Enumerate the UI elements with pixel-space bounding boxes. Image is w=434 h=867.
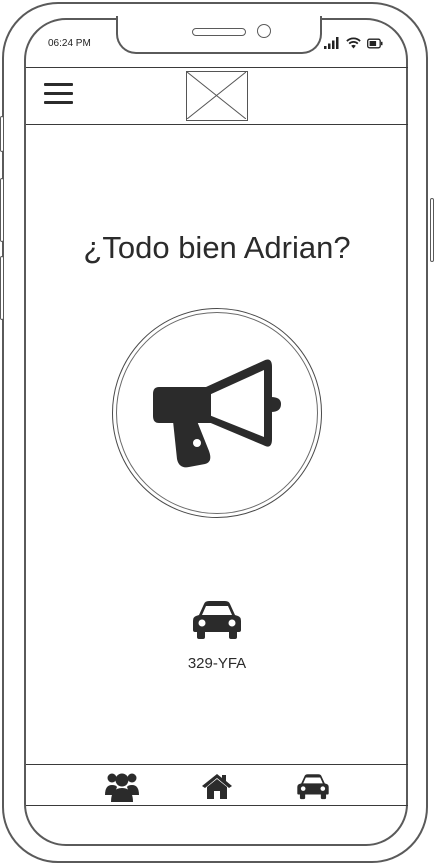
phone-side-button	[0, 178, 4, 242]
phone-side-button	[0, 256, 4, 320]
tab-users[interactable]	[102, 768, 142, 804]
header-top-divider	[26, 67, 408, 68]
front-camera	[257, 24, 271, 38]
phone-side-button	[0, 116, 4, 152]
car-icon	[193, 601, 241, 639]
header-bottom-divider	[26, 124, 408, 125]
home-icon	[202, 774, 232, 799]
phone-notch	[116, 16, 322, 54]
hamburger-menu-icon[interactable]	[44, 81, 74, 107]
megaphone-icon	[153, 359, 281, 468]
status-time: 06:24 PM	[48, 38, 91, 49]
car-icon	[297, 774, 329, 800]
status-icons	[324, 37, 383, 49]
users-icon	[105, 773, 139, 802]
license-plate: 329-YFA	[187, 655, 247, 672]
tabbar-bottom-divider	[26, 805, 408, 806]
tab-home[interactable]	[197, 768, 237, 804]
greeting-title: ¿Todo bien Adrian?	[83, 230, 351, 265]
tabbar-top-divider	[26, 764, 408, 765]
signal-icon	[324, 37, 339, 49]
tab-vehicle[interactable]	[292, 768, 334, 804]
speaker-grille	[192, 28, 246, 36]
alert-button[interactable]	[112, 308, 322, 518]
phone-side-button	[430, 198, 434, 262]
wifi-icon	[346, 37, 361, 49]
battery-icon	[367, 38, 383, 48]
logo-placeholder	[186, 71, 248, 121]
